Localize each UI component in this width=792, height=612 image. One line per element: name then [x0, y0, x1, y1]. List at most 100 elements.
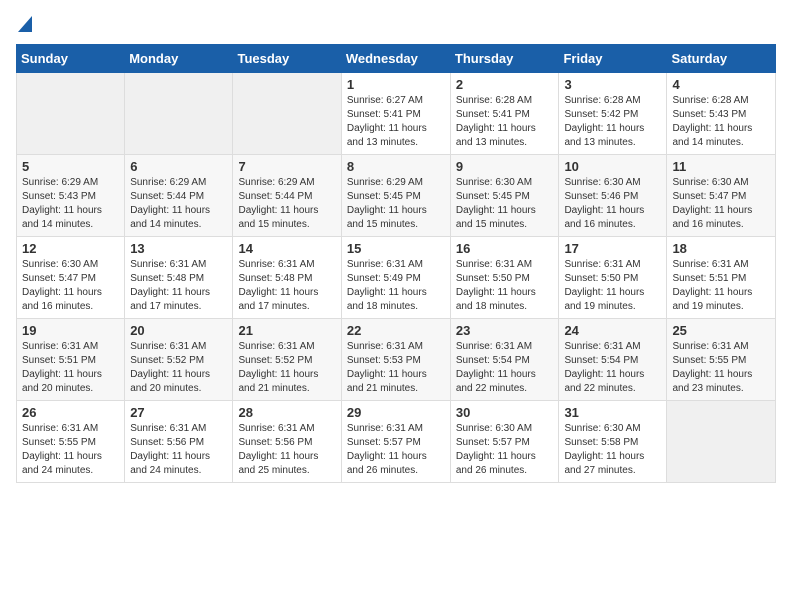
day-info: Sunrise: 6:28 AMSunset: 5:41 PMDaylight:…	[456, 94, 554, 150]
day-info: Sunrise: 6:31 AMSunset: 5:51 PMDaylight:…	[672, 258, 770, 314]
day-number: 14	[238, 241, 335, 256]
calendar-empty-cell	[17, 73, 125, 155]
day-info: Sunrise: 6:29 AMSunset: 5:45 PMDaylight:…	[347, 176, 445, 232]
day-number: 25	[672, 323, 770, 338]
day-info: Sunrise: 6:31 AMSunset: 5:50 PMDaylight:…	[564, 258, 661, 314]
calendar-day-22: 22 Sunrise: 6:31 AMSunset: 5:53 PMDayligh…	[341, 319, 450, 401]
day-info: Sunrise: 6:31 AMSunset: 5:56 PMDaylight:…	[130, 422, 227, 478]
day-number: 6	[130, 159, 227, 174]
day-number: 30	[456, 405, 554, 420]
calendar-empty-cell	[667, 401, 776, 483]
weekday-header-monday: Monday	[125, 45, 233, 73]
day-info: Sunrise: 6:31 AMSunset: 5:55 PMDaylight:…	[22, 422, 119, 478]
calendar-day-25: 25 Sunrise: 6:31 AMSunset: 5:55 PMDayligh…	[667, 319, 776, 401]
calendar-day-17: 17 Sunrise: 6:31 AMSunset: 5:50 PMDayligh…	[559, 237, 667, 319]
day-info: Sunrise: 6:31 AMSunset: 5:55 PMDaylight:…	[672, 340, 770, 396]
day-number: 17	[564, 241, 661, 256]
day-number: 22	[347, 323, 445, 338]
day-info: Sunrise: 6:31 AMSunset: 5:52 PMDaylight:…	[238, 340, 335, 396]
calendar-day-11: 11 Sunrise: 6:30 AMSunset: 5:47 PMDayligh…	[667, 155, 776, 237]
calendar-day-29: 29 Sunrise: 6:31 AMSunset: 5:57 PMDayligh…	[341, 401, 450, 483]
day-number: 27	[130, 405, 227, 420]
calendar-day-18: 18 Sunrise: 6:31 AMSunset: 5:51 PMDayligh…	[667, 237, 776, 319]
day-info: Sunrise: 6:31 AMSunset: 5:48 PMDaylight:…	[130, 258, 227, 314]
day-number: 2	[456, 77, 554, 92]
logo	[16, 16, 32, 32]
weekday-header-friday: Friday	[559, 45, 667, 73]
calendar-day-8: 8 Sunrise: 6:29 AMSunset: 5:45 PMDaylight…	[341, 155, 450, 237]
calendar-day-2: 2 Sunrise: 6:28 AMSunset: 5:41 PMDaylight…	[450, 73, 559, 155]
calendar-day-27: 27 Sunrise: 6:31 AMSunset: 5:56 PMDayligh…	[125, 401, 233, 483]
calendar-day-23: 23 Sunrise: 6:31 AMSunset: 5:54 PMDayligh…	[450, 319, 559, 401]
day-number: 12	[22, 241, 119, 256]
day-number: 18	[672, 241, 770, 256]
calendar-day-16: 16 Sunrise: 6:31 AMSunset: 5:50 PMDayligh…	[450, 237, 559, 319]
calendar-day-13: 13 Sunrise: 6:31 AMSunset: 5:48 PMDayligh…	[125, 237, 233, 319]
calendar-day-5: 5Sunrise: 6:29 AMSunset: 5:43 PMDaylight…	[17, 155, 125, 237]
day-info: Sunrise: 6:30 AMSunset: 5:46 PMDaylight:…	[564, 176, 661, 232]
calendar-empty-cell	[233, 73, 341, 155]
calendar-week-row: 1 Sunrise: 6:27 AMSunset: 5:41 PMDaylight…	[17, 73, 776, 155]
day-number: 26	[22, 405, 119, 420]
day-number: 1	[347, 77, 445, 92]
weekday-row: SundayMondayTuesdayWednesdayThursdayFrid…	[17, 45, 776, 73]
day-info: Sunrise: 6:31 AMSunset: 5:57 PMDaylight:…	[347, 422, 445, 478]
day-info: Sunrise: 6:30 AMSunset: 5:58 PMDaylight:…	[564, 422, 661, 478]
weekday-header-sunday: Sunday	[17, 45, 125, 73]
calendar-week-row: 12 Sunrise: 6:30 AMSunset: 5:47 PMDayligh…	[17, 237, 776, 319]
calendar-day-19: 19 Sunrise: 6:31 AMSunset: 5:51 PMDayligh…	[17, 319, 125, 401]
calendar-day-20: 20 Sunrise: 6:31 AMSunset: 5:52 PMDayligh…	[125, 319, 233, 401]
day-number: 7	[238, 159, 335, 174]
day-number: 31	[564, 405, 661, 420]
weekday-header-wednesday: Wednesday	[341, 45, 450, 73]
day-info: Sunrise: 6:31 AMSunset: 5:49 PMDaylight:…	[347, 258, 445, 314]
day-number: 28	[238, 405, 335, 420]
day-number: 10	[564, 159, 661, 174]
day-info: Sunrise: 6:30 AMSunset: 5:47 PMDaylight:…	[22, 258, 119, 314]
day-info: Sunrise: 6:31 AMSunset: 5:54 PMDaylight:…	[564, 340, 661, 396]
calendar-table: SundayMondayTuesdayWednesdayThursdayFrid…	[16, 44, 776, 483]
day-info: Sunrise: 6:31 AMSunset: 5:50 PMDaylight:…	[456, 258, 554, 314]
calendar-day-14: 14 Sunrise: 6:31 AMSunset: 5:48 PMDayligh…	[233, 237, 341, 319]
page-header	[16, 16, 776, 32]
day-info: Sunrise: 6:31 AMSunset: 5:51 PMDaylight:…	[22, 340, 119, 396]
day-info: Sunrise: 6:31 AMSunset: 5:53 PMDaylight:…	[347, 340, 445, 396]
day-number: 15	[347, 241, 445, 256]
day-number: 20	[130, 323, 227, 338]
day-number: 23	[456, 323, 554, 338]
weekday-header-saturday: Saturday	[667, 45, 776, 73]
day-info: Sunrise: 6:31 AMSunset: 5:52 PMDaylight:…	[130, 340, 227, 396]
calendar-day-1: 1 Sunrise: 6:27 AMSunset: 5:41 PMDaylight…	[341, 73, 450, 155]
weekday-header-tuesday: Tuesday	[233, 45, 341, 73]
day-number: 9	[456, 159, 554, 174]
calendar-header: SundayMondayTuesdayWednesdayThursdayFrid…	[17, 45, 776, 73]
day-number: 11	[672, 159, 770, 174]
day-info: Sunrise: 6:30 AMSunset: 5:45 PMDaylight:…	[456, 176, 554, 232]
day-number: 4	[672, 77, 770, 92]
calendar-day-10: 10 Sunrise: 6:30 AMSunset: 5:46 PMDayligh…	[559, 155, 667, 237]
day-info: Sunrise: 6:31 AMSunset: 5:54 PMDaylight:…	[456, 340, 554, 396]
day-number: 16	[456, 241, 554, 256]
calendar-day-15: 15 Sunrise: 6:31 AMSunset: 5:49 PMDayligh…	[341, 237, 450, 319]
day-info: Sunrise: 6:28 AMSunset: 5:43 PMDaylight:…	[672, 94, 770, 150]
calendar-day-12: 12 Sunrise: 6:30 AMSunset: 5:47 PMDayligh…	[17, 237, 125, 319]
day-number: 8	[347, 159, 445, 174]
day-info: Sunrise: 6:29 AMSunset: 5:44 PMDaylight:…	[130, 176, 227, 232]
day-number: 13	[130, 241, 227, 256]
calendar-day-6: 6 Sunrise: 6:29 AMSunset: 5:44 PMDaylight…	[125, 155, 233, 237]
calendar-body: 1 Sunrise: 6:27 AMSunset: 5:41 PMDaylight…	[17, 73, 776, 483]
calendar-day-24: 24Sunrise: 6:31 AMSunset: 5:54 PMDayligh…	[559, 319, 667, 401]
calendar-week-row: 5Sunrise: 6:29 AMSunset: 5:43 PMDaylight…	[17, 155, 776, 237]
day-info: Sunrise: 6:27 AMSunset: 5:41 PMDaylight:…	[347, 94, 445, 150]
day-number: 29	[347, 405, 445, 420]
day-info: Sunrise: 6:31 AMSunset: 5:48 PMDaylight:…	[238, 258, 335, 314]
day-number: 21	[238, 323, 335, 338]
day-info: Sunrise: 6:28 AMSunset: 5:42 PMDaylight:…	[564, 94, 661, 150]
day-info: Sunrise: 6:29 AMSunset: 5:44 PMDaylight:…	[238, 176, 335, 232]
logo-icon	[18, 16, 32, 32]
day-info: Sunrise: 6:30 AMSunset: 5:47 PMDaylight:…	[672, 176, 770, 232]
calendar-day-3: 3Sunrise: 6:28 AMSunset: 5:42 PMDaylight…	[559, 73, 667, 155]
calendar-week-row: 26 Sunrise: 6:31 AMSunset: 5:55 PMDayligh…	[17, 401, 776, 483]
day-info: Sunrise: 6:30 AMSunset: 5:57 PMDaylight:…	[456, 422, 554, 478]
day-number: 19	[22, 323, 119, 338]
